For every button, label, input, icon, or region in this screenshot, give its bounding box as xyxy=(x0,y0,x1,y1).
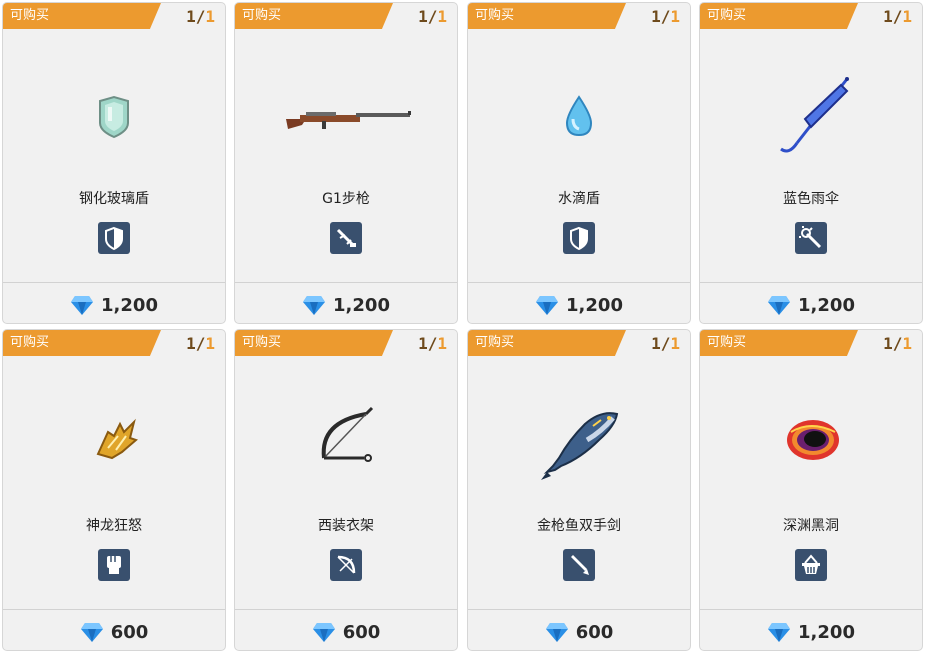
price: 1,200 xyxy=(3,291,225,319)
price-value: 1,200 xyxy=(798,621,855,643)
price: 1,200 xyxy=(235,291,457,319)
divider xyxy=(700,282,922,283)
available-badge: 可购买 xyxy=(700,3,858,29)
divider xyxy=(700,609,922,610)
divider xyxy=(468,282,690,283)
price-value: 1,200 xyxy=(798,294,855,316)
divider xyxy=(235,609,457,610)
gem-icon xyxy=(536,296,559,315)
purchase-limit: 1/1 xyxy=(883,7,912,26)
purchase-limit: 1/1 xyxy=(186,7,215,26)
gem-icon xyxy=(768,623,791,642)
shop-item-card[interactable]: 可购买 1/1 金枪鱼双手剑 600 xyxy=(467,329,691,651)
tuna-item-icon xyxy=(468,362,690,492)
shop-item-card[interactable]: 可购买 1/1 深渊黑洞 1,200 xyxy=(699,329,923,651)
gem-icon xyxy=(80,623,103,642)
shop-item-card[interactable]: 可购买 1/1 神龙狂怒 600 xyxy=(2,329,226,651)
gem-icon xyxy=(545,623,568,642)
purchase-limit: 1/1 xyxy=(418,7,447,26)
available-badge: 可购买 xyxy=(700,330,858,356)
price: 1,200 xyxy=(468,291,690,319)
wand-icon xyxy=(795,222,827,254)
price: 600 xyxy=(468,618,690,646)
item-name: 西装衣架 xyxy=(318,518,374,534)
hanger-bow-item-icon xyxy=(235,362,457,492)
price: 600 xyxy=(235,618,457,646)
water-drop-item-icon xyxy=(468,35,690,165)
gem-icon xyxy=(71,296,94,315)
shop-item-card[interactable]: 可购买 1/1 蓝色雨伞 1,200 xyxy=(699,2,923,324)
shield-icon xyxy=(98,222,130,254)
shop-grid: 可购买 1/1 钢化玻璃盾 1,200 可购买 1/1 G1步枪 1,200 可… xyxy=(0,0,926,654)
dragon-claw-item-icon xyxy=(3,362,225,492)
shop-item-card[interactable]: 可购买 1/1 G1步枪 1,200 xyxy=(234,2,458,324)
price-value: 1,200 xyxy=(333,294,390,316)
price: 1,200 xyxy=(700,291,922,319)
available-badge: 可购买 xyxy=(235,3,393,29)
divider xyxy=(235,282,457,283)
shop-item-card[interactable]: 可购买 1/1 西装衣架 600 xyxy=(234,329,458,651)
purchase-limit: 1/1 xyxy=(651,7,680,26)
glass-shield-item-icon xyxy=(3,35,225,165)
item-name: 深渊黑洞 xyxy=(783,518,839,534)
price: 1,200 xyxy=(700,618,922,646)
item-name: G1步枪 xyxy=(322,191,370,207)
purchase-limit: 1/1 xyxy=(186,334,215,353)
price-value: 1,200 xyxy=(101,294,158,316)
rifle-item-icon xyxy=(235,35,457,165)
price-value: 600 xyxy=(575,621,614,643)
price-value: 1,200 xyxy=(566,294,623,316)
purchase-limit: 1/1 xyxy=(418,334,447,353)
available-badge: 可购买 xyxy=(3,3,161,29)
item-name: 水滴盾 xyxy=(558,191,600,207)
price-value: 600 xyxy=(110,621,149,643)
available-badge: 可购买 xyxy=(235,330,393,356)
item-name: 钢化玻璃盾 xyxy=(79,191,149,207)
divider xyxy=(3,282,225,283)
available-badge: 可购买 xyxy=(468,3,626,29)
fist-icon xyxy=(98,549,130,581)
purchase-limit: 1/1 xyxy=(883,334,912,353)
gem-icon xyxy=(312,623,335,642)
shop-item-card[interactable]: 可购买 1/1 钢化玻璃盾 1,200 xyxy=(2,2,226,324)
item-name: 蓝色雨伞 xyxy=(783,191,839,207)
item-name: 神龙狂怒 xyxy=(86,518,142,534)
sword-icon xyxy=(563,549,595,581)
basket-icon xyxy=(795,549,827,581)
rifle-icon xyxy=(330,222,362,254)
divider xyxy=(468,609,690,610)
umbrella-item-icon xyxy=(700,35,922,165)
price: 600 xyxy=(3,618,225,646)
item-name: 金枪鱼双手剑 xyxy=(537,518,621,534)
divider xyxy=(3,609,225,610)
shop-item-card[interactable]: 可购买 1/1 水滴盾 1,200 xyxy=(467,2,691,324)
price-value: 600 xyxy=(342,621,381,643)
shield-icon xyxy=(563,222,595,254)
available-badge: 可购买 xyxy=(3,330,161,356)
gem-icon xyxy=(303,296,326,315)
available-badge: 可购买 xyxy=(468,330,626,356)
black-hole-item-icon xyxy=(700,362,922,492)
purchase-limit: 1/1 xyxy=(651,334,680,353)
gem-icon xyxy=(768,296,791,315)
bow-icon xyxy=(330,549,362,581)
